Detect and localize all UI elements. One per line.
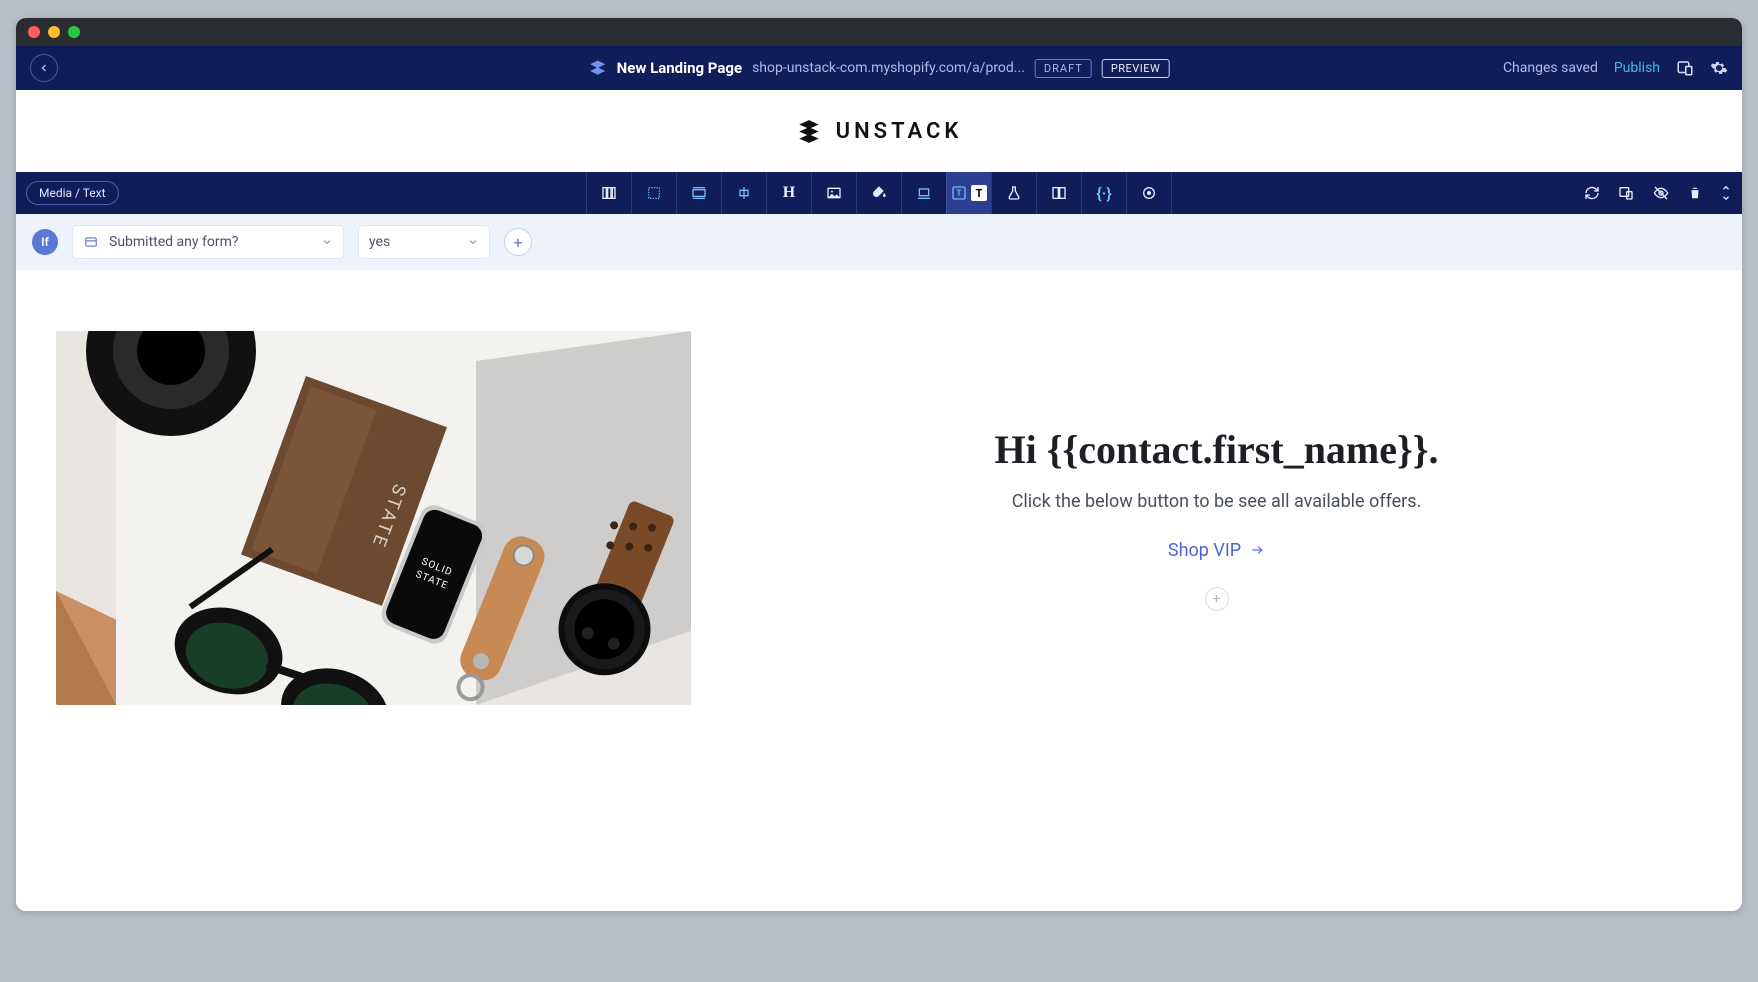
tool-experiment[interactable]	[991, 172, 1036, 214]
device-preview-button[interactable]	[1676, 59, 1694, 77]
chevron-left-icon	[38, 62, 50, 74]
preview-button[interactable]: PREVIEW	[1102, 59, 1169, 78]
arrow-right-icon	[1249, 543, 1265, 557]
app-topbar: New Landing Page shop-unstack-com.myshop…	[16, 46, 1742, 90]
editor-canvas: STATE SOLID STATE	[16, 271, 1742, 911]
condition-bar: If Submitted any form? yes +	[16, 214, 1742, 271]
content-cta-link[interactable]: Shop VIP	[1168, 540, 1265, 561]
cta-label: Shop VIP	[1168, 540, 1241, 561]
tool-align[interactable]	[721, 172, 766, 214]
condition-field-select[interactable]: Submitted any form?	[72, 225, 344, 259]
condition-value-label: yes	[369, 234, 390, 250]
tool-delete[interactable]	[1688, 185, 1702, 201]
window-maximize-button[interactable]	[68, 26, 80, 38]
product-flatlay-image: STATE SOLID STATE	[56, 331, 691, 705]
condition-value-select[interactable]: yes	[358, 225, 490, 259]
section-tool-group: H T T {·}	[586, 172, 1172, 214]
move-up-button[interactable]	[1720, 183, 1732, 193]
section-media[interactable]: STATE SOLID STATE	[56, 331, 691, 705]
tool-layout[interactable]	[1036, 172, 1081, 214]
tool-image[interactable]	[811, 172, 856, 214]
window-minimize-button[interactable]	[48, 26, 60, 38]
chevron-down-icon	[321, 236, 333, 248]
topbar-center: New Landing Page shop-unstack-com.myshop…	[589, 59, 1170, 78]
section-toolbar: Media / Text H T T {·}	[16, 172, 1742, 214]
unstack-logo-icon	[796, 118, 822, 144]
tool-code[interactable]: {·}	[1081, 172, 1126, 214]
publish-button[interactable]: Publish	[1614, 60, 1660, 76]
back-button[interactable]	[30, 54, 58, 82]
section-right-tools	[1584, 172, 1732, 214]
tool-width[interactable]	[676, 172, 721, 214]
topbar-right: Changes saved Publish	[1503, 59, 1728, 77]
tool-visibility[interactable]	[1652, 185, 1670, 201]
add-condition-button[interactable]: +	[504, 228, 532, 256]
form-icon	[83, 235, 99, 249]
settings-button[interactable]	[1710, 59, 1728, 77]
window-titlebar	[16, 18, 1742, 46]
svg-text:T: T	[957, 189, 962, 198]
tool-background[interactable]	[856, 172, 901, 214]
page-url: shop-unstack-com.myshopify.com/a/prod...	[752, 60, 1025, 76]
tool-refresh[interactable]	[1584, 185, 1600, 201]
app-window: New Landing Page shop-unstack-com.myshop…	[16, 18, 1742, 911]
tool-text[interactable]: T T	[946, 172, 991, 214]
media-text-section: STATE SOLID STATE	[56, 331, 1702, 705]
condition-field-label: Submitted any form?	[109, 234, 238, 250]
move-down-button[interactable]	[1720, 193, 1732, 203]
stack-icon	[589, 59, 607, 77]
tool-columns[interactable]	[586, 172, 631, 214]
draft-badge: DRAFT	[1035, 59, 1092, 78]
add-element-button[interactable]: +	[1205, 587, 1229, 611]
section-type-tag[interactable]: Media / Text	[26, 181, 119, 205]
brand-header: UNSTACK	[16, 90, 1742, 172]
page-title: New Landing Page	[617, 59, 742, 77]
tool-heading[interactable]: H	[766, 172, 811, 214]
section-content: Hi {{contact.first_name}}. Click the bel…	[731, 426, 1702, 611]
content-headline[interactable]: Hi {{contact.first_name}}.	[731, 426, 1702, 473]
tool-target[interactable]	[1126, 172, 1172, 214]
content-subhead[interactable]: Click the below button to be see all ava…	[731, 491, 1702, 512]
tool-spacing[interactable]	[631, 172, 676, 214]
if-chip: If	[32, 229, 58, 255]
chevron-down-icon	[467, 236, 479, 248]
window-close-button[interactable]	[28, 26, 40, 38]
save-status: Changes saved	[1503, 60, 1598, 76]
brand-name: UNSTACK	[836, 119, 963, 144]
tool-device[interactable]	[1618, 185, 1634, 201]
tool-anchor[interactable]	[901, 172, 946, 214]
